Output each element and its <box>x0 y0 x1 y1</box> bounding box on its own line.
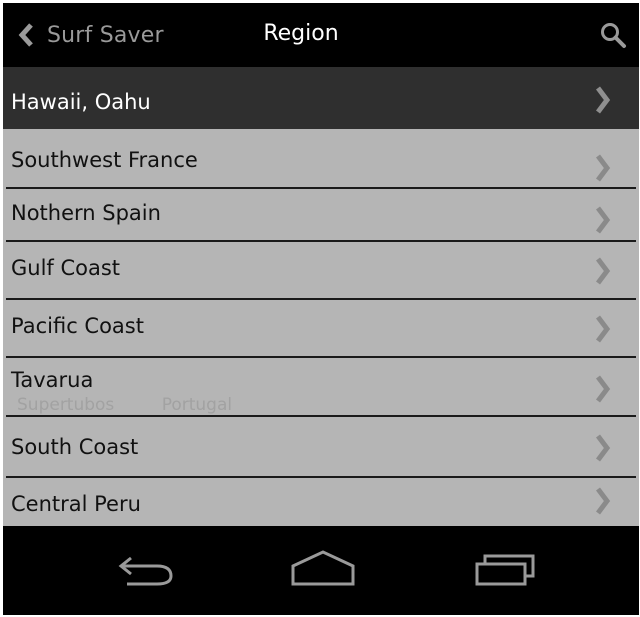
chevron-right-icon <box>596 257 611 285</box>
region-row-south-coast[interactable]: South Coast <box>3 417 639 475</box>
region-label: Nothern Spain <box>11 201 161 225</box>
region-label: Southwest France <box>11 148 198 172</box>
chevron-right-icon <box>596 206 611 234</box>
back-arrow-icon[interactable] <box>113 548 179 590</box>
action-bar: Surf Saver Region <box>3 3 639 67</box>
phone-screen: Surf Saver Region Supertubos Portugal Ha… <box>3 3 639 615</box>
region-label: South Coast <box>11 435 139 459</box>
chevron-right-icon <box>596 315 611 343</box>
region-row-pacific-coast[interactable]: Pacific Coast <box>3 300 639 356</box>
region-label: Hawaii, Oahu <box>11 90 151 114</box>
region-label: Gulf Coast <box>11 256 121 280</box>
home-icon[interactable] <box>287 548 359 590</box>
region-row-southwest-france[interactable]: Southwest France <box>3 129 639 187</box>
chevron-right-icon <box>596 375 611 403</box>
region-list: Supertubos Portugal Hawaii, Oahu Southwe… <box>3 67 639 526</box>
chevron-right-icon <box>596 434 611 462</box>
region-label: Pacific Coast <box>11 314 144 338</box>
chevron-right-icon <box>596 487 611 515</box>
region-label: Central Peru <box>11 492 141 516</box>
region-row-gulf-coast[interactable]: Gulf Coast <box>3 242 639 298</box>
chevron-right-icon <box>596 154 611 182</box>
region-row-tavarua[interactable]: Tavarua <box>3 358 639 414</box>
recent-apps-icon[interactable] <box>469 548 539 590</box>
search-icon[interactable] <box>599 21 627 49</box>
chevron-right-icon <box>596 86 611 114</box>
page-title: Region <box>263 21 339 46</box>
region-row-hawaii-oahu[interactable]: Hawaii, Oahu <box>3 67 639 129</box>
region-label: Tavarua <box>11 368 94 392</box>
region-row-nothern-spain[interactable]: Nothern Spain <box>3 189 639 241</box>
navigation-bar <box>3 526 639 615</box>
region-row-central-peru[interactable]: Central Peru <box>3 478 639 526</box>
